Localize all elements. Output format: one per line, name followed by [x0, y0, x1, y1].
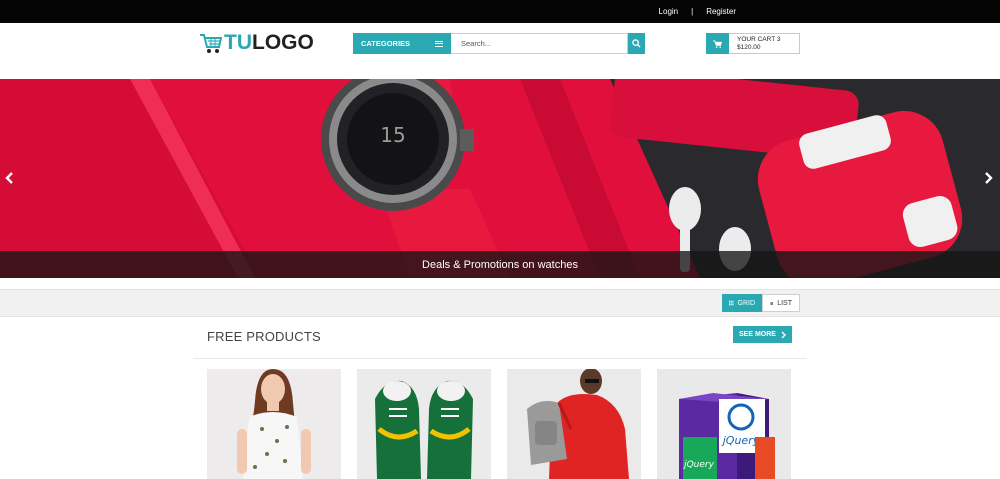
slide-caption-band: Deals & Promotions on watches: [0, 251, 1000, 278]
product-card-floral-dress[interactable]: [207, 369, 341, 479]
account-links: Login | Register: [659, 0, 736, 23]
menu-icon: [435, 40, 443, 47]
logo-prefix: TU: [224, 31, 252, 54]
chevron-right-icon: [781, 331, 786, 338]
product-image: [207, 369, 341, 479]
chevron-right-icon: [985, 172, 993, 184]
search-bar: CATEGORIES: [353, 33, 645, 54]
cart-icon-box: [706, 33, 729, 54]
product-grid: jQuery jQuery: [207, 369, 791, 479]
login-link[interactable]: Login: [659, 7, 679, 16]
box-text-side: jQuery: [682, 460, 715, 470]
see-more-button[interactable]: SEE MORE: [733, 326, 792, 343]
cart-icon: [713, 40, 722, 48]
product-image: [507, 369, 641, 479]
list-label: LIST: [777, 299, 792, 307]
section-title: FREE PRODUCTS: [207, 329, 321, 344]
search-icon: [632, 39, 641, 48]
slider-next-button[interactable]: [981, 171, 995, 185]
grid-view-button[interactable]: GRID: [722, 294, 762, 312]
list-icon: [770, 301, 774, 305]
site-logo[interactable]: TULOGO: [199, 31, 314, 55]
product-card-jquery-box[interactable]: jQuery jQuery: [657, 369, 791, 479]
view-toolbar: GRID LIST: [0, 289, 1000, 317]
hero-slider: 15 Deals & Promotions on watches: [0, 79, 1000, 278]
logo-suffix: LOGO: [252, 31, 314, 54]
search-input[interactable]: [451, 33, 628, 54]
shopping-cart-icon: [200, 34, 223, 53]
categories-label: CATEGORIES: [361, 39, 411, 48]
watch-number: 15: [380, 123, 405, 147]
product-card-green-sneakers[interactable]: [357, 369, 491, 479]
hero-image: 15: [0, 79, 1000, 278]
product-image: [357, 369, 491, 479]
cart-text: YOUR CART 3 $120.00: [729, 34, 780, 53]
register-link[interactable]: Register: [706, 7, 736, 16]
categories-dropdown[interactable]: CATEGORIES: [353, 33, 451, 54]
top-bar: Login | Register: [0, 0, 1000, 23]
slider-prev-button[interactable]: [3, 171, 17, 185]
see-more-label: SEE MORE: [739, 331, 776, 338]
grid-label: GRID: [737, 299, 756, 307]
view-toggle: GRID LIST: [722, 294, 800, 312]
section-divider: [193, 358, 807, 359]
product-card-red-jacket[interactable]: [507, 369, 641, 479]
chevron-left-icon: [5, 172, 13, 184]
cart-summary[interactable]: YOUR CART 3 $120.00: [706, 33, 800, 54]
search-button[interactable]: [628, 33, 645, 54]
links-separator: |: [691, 7, 694, 16]
grid-icon: [729, 300, 734, 306]
cart-label: YOUR CART 3: [737, 35, 781, 43]
list-view-button[interactable]: LIST: [762, 294, 800, 312]
slide-caption: Deals & Promotions on watches: [422, 258, 578, 271]
box-text-front: jQuery: [721, 434, 760, 447]
logo-text: TULOGO: [224, 31, 314, 55]
product-image: jQuery jQuery: [657, 369, 791, 479]
cart-total: $120.00: [737, 43, 761, 51]
